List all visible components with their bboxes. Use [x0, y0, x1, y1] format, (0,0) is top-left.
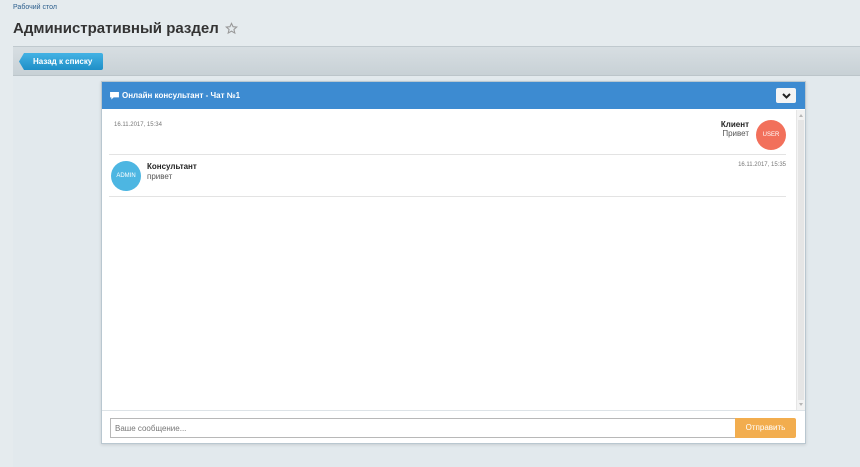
scroll-thumb[interactable]	[798, 120, 804, 400]
breadcrumb[interactable]: Рабочий стол	[13, 4, 57, 11]
chat-header: Онлайн консультант - Чат №1	[102, 82, 805, 109]
message-time: 16.11.2017, 15:34	[114, 122, 162, 128]
collapse-button[interactable]	[776, 88, 796, 103]
message-input[interactable]	[110, 418, 740, 438]
message-text: Привет	[722, 129, 749, 138]
chat-window: Онлайн консультант - Чат №1 16.11.2017, …	[101, 81, 806, 444]
message-author: Консультант	[147, 162, 197, 171]
page-title-text: Административный раздел	[13, 20, 219, 37]
message-compose-area: Отправить	[102, 410, 805, 443]
message-item: ADMIN Консультант привет 16.11.2017, 15:…	[109, 155, 786, 197]
messages-scrollbar[interactable]	[796, 110, 805, 410]
chevron-down-icon	[781, 92, 791, 99]
message-item: 16.11.2017, 15:34 Клиент Привет USER	[109, 110, 786, 155]
message-author: Клиент	[720, 120, 749, 129]
toolbar: Назад к списку	[13, 46, 860, 76]
back-to-list-button[interactable]: Назад к списку	[19, 53, 104, 70]
message-text: привет	[147, 172, 173, 181]
page-title: Административный раздел	[13, 20, 238, 37]
star-icon[interactable]	[224, 22, 238, 35]
messages-list: 16.11.2017, 15:34 Клиент Привет USER ADM…	[102, 110, 805, 410]
user-avatar: USER	[756, 120, 786, 150]
chat-bubble-icon	[110, 91, 119, 100]
scroll-down-icon[interactable]	[799, 403, 803, 406]
admin-avatar: ADMIN	[111, 161, 141, 191]
chat-title: Онлайн консультант - Чат №1	[122, 91, 241, 100]
message-time: 16.11.2017, 15:35	[738, 162, 786, 168]
send-button[interactable]: Отправить	[735, 418, 796, 438]
scroll-up-icon[interactable]	[799, 114, 803, 117]
